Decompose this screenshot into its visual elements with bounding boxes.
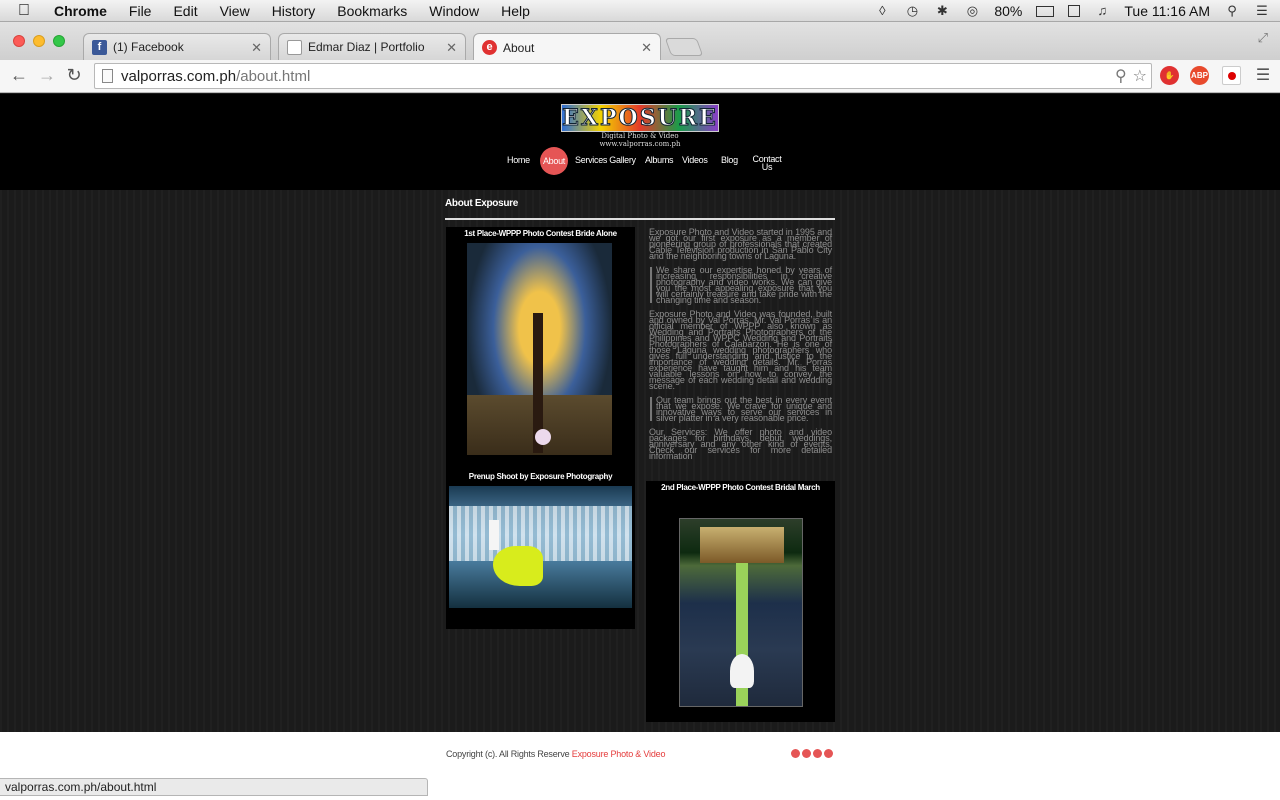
close-tab-icon[interactable]: ✕ (251, 40, 262, 56)
chrome-menu-icon[interactable]: ☰ (1252, 65, 1274, 85)
social-links (791, 749, 833, 758)
copyright-text: Copyright (c). All Rights Reserve (446, 749, 570, 759)
logo-banner: EXPOSURE (561, 104, 719, 132)
nav-albums[interactable]: Albums (645, 155, 674, 165)
about-quote: Our team brings out the best in every ev… (650, 396, 832, 423)
photo-dress (493, 546, 543, 586)
apple-menu-icon[interactable]:  (18, 2, 40, 20)
photo-groom (489, 520, 499, 550)
battery-percent[interactable]: 80% (994, 3, 1022, 19)
tab-title: (1) Facebook (113, 40, 184, 54)
flag-extension-icon[interactable] (1222, 66, 1241, 85)
nav-videos[interactable]: Videos (682, 155, 708, 165)
photo-caption: 2nd Place-WPPP Photo Contest Bridal Marc… (661, 483, 820, 492)
back-arrow-icon[interactable]: ← (8, 65, 30, 86)
left-gallery: 1st Place-WPPP Photo Contest Bride Alone… (446, 227, 635, 629)
facebook-icon: f (92, 39, 107, 55)
site-nav: Home About Services Gallery Albums Video… (0, 147, 1280, 175)
web-page: EXPOSURE Digital Photo & Video www.valpo… (0, 94, 1280, 800)
menu-edit[interactable]: Edit (173, 3, 197, 19)
about-section: About Exposure (445, 198, 835, 220)
time-machine-icon[interactable]: ◷ (904, 4, 920, 18)
photo-altar (700, 527, 784, 563)
url-host: valporras.com.ph (121, 67, 237, 85)
reload-icon[interactable]: ↻ (63, 65, 85, 86)
about-quote: We share our expertise honed by years of… (650, 266, 832, 305)
photo-bride-alone[interactable] (467, 243, 612, 455)
about-paragraph: Exposure Photo and Video was founded, bu… (649, 309, 832, 391)
exposure-icon: e (482, 40, 497, 55)
menu-view[interactable]: View (220, 3, 250, 19)
notification-bell-icon[interactable]: ◊ (874, 4, 890, 18)
fullscreen-icon[interactable]: ⤢ (1258, 30, 1268, 46)
status-bar-url: valporras.com.ph/about.html (0, 778, 428, 796)
photo-bridal-march[interactable] (679, 518, 803, 707)
new-tab-button[interactable] (664, 38, 704, 56)
bluetooth-icon[interactable]: ✱ (934, 4, 950, 18)
menu-help[interactable]: Help (501, 3, 530, 19)
input-source-icon[interactable] (1068, 5, 1081, 17)
photo-prenup-shoot[interactable] (449, 486, 632, 608)
page-title: About Exposure (445, 198, 519, 209)
url-path: /about.html (236, 67, 311, 85)
social-twitter-icon[interactable] (813, 749, 822, 758)
page-info-icon[interactable] (102, 69, 113, 83)
right-gallery: 2nd Place-WPPP Photo Contest Bridal Marc… (646, 481, 835, 722)
photo-bride (535, 429, 551, 445)
menu-file[interactable]: File (129, 3, 152, 19)
footer-brand-link[interactable]: Exposure Photo & Video (572, 749, 666, 759)
photo-gown (730, 654, 754, 688)
page-icon (287, 39, 302, 55)
site-header: EXPOSURE Digital Photo & Video www.valpo… (0, 94, 1280, 190)
stop-extension-icon[interactable]: ✋ (1160, 66, 1179, 85)
about-text: Exposure Photo and Video started in 1995… (649, 227, 832, 467)
tab-title: About (503, 40, 535, 55)
tab-portfolio[interactable]: Edmar Diaz | Portfolio ✕ (278, 33, 466, 60)
nav-home[interactable]: Home (507, 155, 530, 165)
nav-services-gallery[interactable]: Services Gallery (575, 155, 636, 165)
copyright: Copyright (c). All Rights Reserve Exposu… (446, 749, 665, 759)
close-tab-icon[interactable]: ✕ (641, 40, 652, 56)
forward-arrow-icon[interactable]: → (36, 65, 58, 86)
tab-facebook[interactable]: f (1) Facebook ✕ (83, 33, 271, 60)
menu-window[interactable]: Window (429, 3, 479, 19)
social-pinterest-icon[interactable] (824, 749, 833, 758)
spotlight-search-icon[interactable]: ⚲ (1224, 4, 1240, 18)
tab-about[interactable]: e About ✕ (473, 33, 661, 61)
wifi-icon[interactable]: ◎ (964, 4, 980, 18)
volume-icon[interactable]: ♫ (1094, 4, 1110, 18)
menu-app-name[interactable]: Chrome (54, 3, 107, 19)
adblock-plus-icon[interactable]: ABP (1190, 66, 1209, 85)
zoom-window-button[interactable] (53, 35, 65, 47)
social-facebook-icon[interactable] (791, 749, 800, 758)
close-window-button[interactable] (13, 35, 25, 47)
menu-history[interactable]: History (272, 3, 316, 19)
about-paragraph: Exposure Photo and Video started in 1995… (649, 227, 832, 261)
title-divider (445, 218, 835, 220)
nav-blog[interactable]: Blog (721, 155, 738, 165)
notification-center-icon[interactable]: ☰ (1254, 4, 1270, 18)
battery-icon[interactable] (1036, 5, 1055, 17)
nav-contact-us[interactable]: Contact Us (749, 155, 785, 172)
address-bar[interactable]: valporras.com.ph/about.html ⚲ ☆ (94, 63, 1152, 89)
social-google-icon[interactable] (802, 749, 811, 758)
close-tab-icon[interactable]: ✕ (446, 40, 457, 56)
zoom-search-icon[interactable]: ⚲ (1115, 66, 1127, 86)
menu-bookmarks[interactable]: Bookmarks (337, 3, 407, 19)
photo-caption: Prenup Shoot by Exposure Photography (468, 472, 613, 481)
tab-title: Edmar Diaz | Portfolio (308, 40, 425, 54)
about-paragraph: Our Services: We offer photo and video p… (649, 427, 832, 461)
bookmark-star-icon[interactable]: ☆ (1133, 66, 1147, 86)
menu-clock[interactable]: Tue 11:16 AM (1124, 3, 1210, 19)
browser-toolbar: ← → ↻ valporras.com.ph/about.html ⚲ ☆ ✋ … (0, 60, 1280, 93)
minimize-window-button[interactable] (33, 35, 45, 47)
photo-caption: 1st Place-WPPP Photo Contest Bride Alone (464, 229, 617, 238)
site-logo[interactable]: EXPOSURE Digital Photo & Video www.valpo… (561, 104, 719, 148)
macos-menu-bar:  Chrome File Edit View History Bookmark… (0, 0, 1280, 22)
nav-about[interactable]: About (540, 147, 568, 175)
logo-tagline: Digital Photo & Video (601, 132, 679, 140)
browser-tab-strip: f (1) Facebook ✕ Edmar Diaz | Portfolio … (0, 22, 1280, 61)
